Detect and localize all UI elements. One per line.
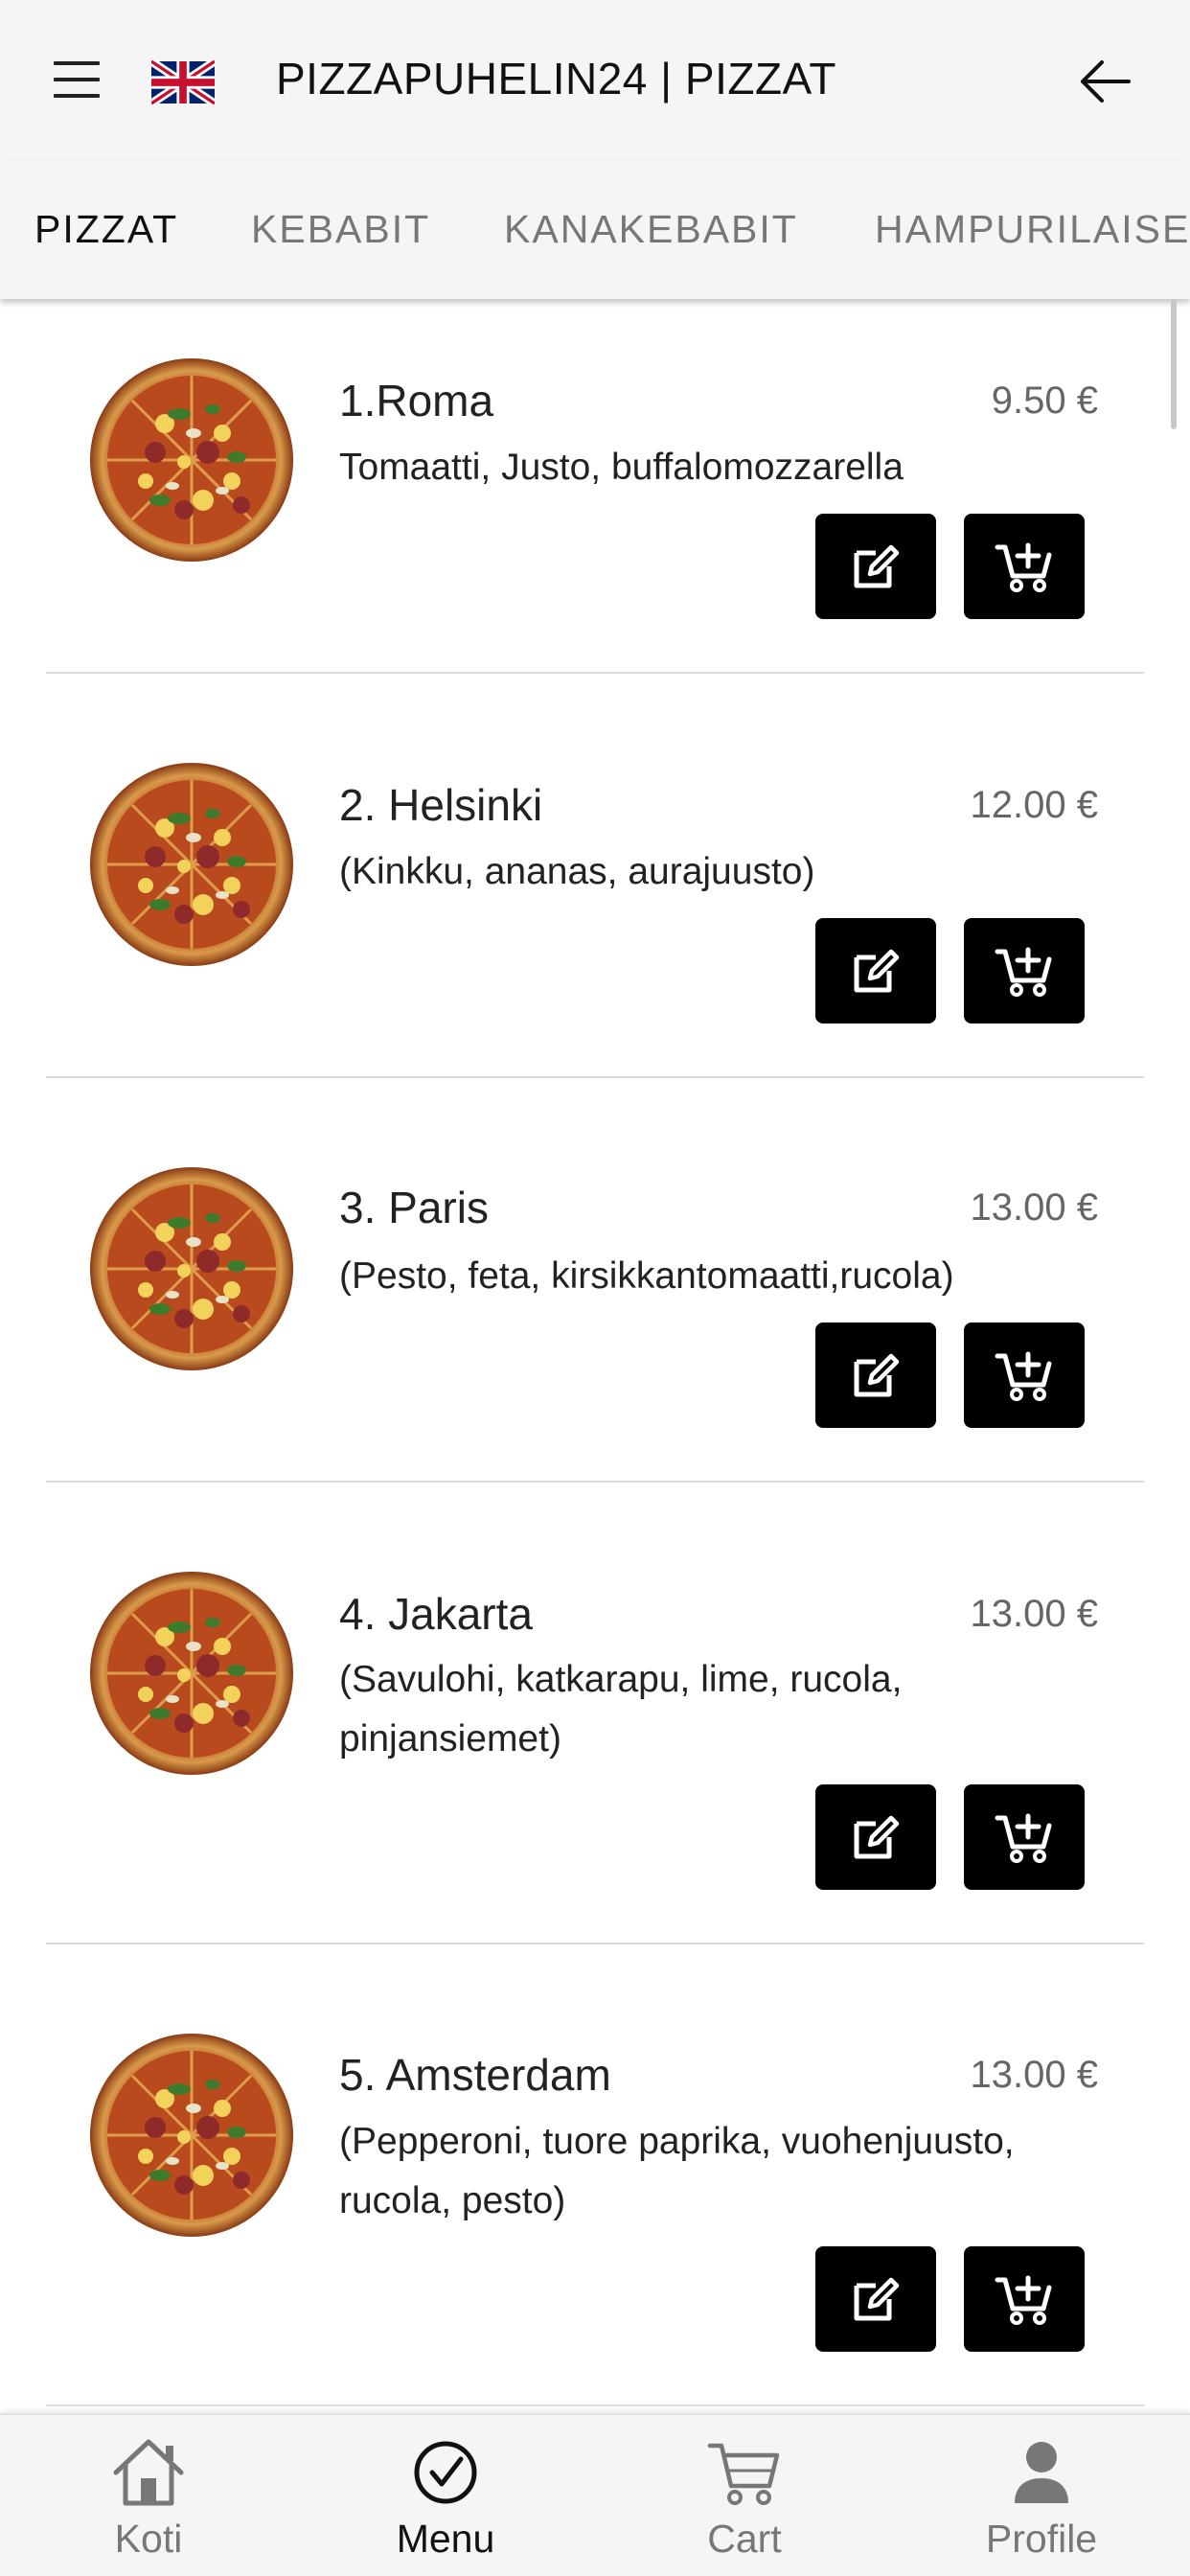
item-name: 1.Roma	[339, 376, 494, 426]
tab-hampurilaiset[interactable]: HAMPURILAISET	[875, 205, 1190, 253]
tab-kanakebabit[interactable]: KANAKEBABIT	[504, 205, 798, 253]
add-to-cart-button[interactable]	[964, 1784, 1085, 1890]
pizza-image	[88, 761, 295, 968]
divider	[46, 672, 1144, 674]
nav-koti[interactable]: Koti	[0, 2415, 297, 2576]
edit-button[interactable]	[815, 918, 936, 1024]
edit-icon	[847, 2270, 904, 2328]
add-to-cart-button[interactable]	[964, 2246, 1085, 2352]
nav-label: Koti	[114, 2517, 183, 2561]
pizza-image	[88, 356, 295, 564]
nav-label: Cart	[707, 2517, 782, 2561]
item-name: 2. Helsinki	[339, 780, 543, 830]
edit-button[interactable]	[815, 1784, 936, 1890]
pizza-image	[88, 1165, 295, 1372]
person-icon	[1015, 2442, 1068, 2503]
arrow-left-icon[interactable]	[1079, 59, 1131, 104]
tab-pizzat[interactable]: PIZZAT	[34, 205, 178, 253]
edit-icon	[847, 1346, 904, 1404]
item-description: (Pepperoni, tuore paprika, vuohenjuusto,…	[339, 2121, 1015, 2221]
pizza-image	[88, 2032, 295, 2239]
hamburger-menu-icon[interactable]	[54, 61, 100, 100]
nav-menu[interactable]: Menu	[297, 2415, 594, 2576]
item-name: 3. Paris	[339, 1183, 489, 1232]
divider	[46, 1943, 1144, 1944]
item-name: 4. Jakarta	[339, 1589, 533, 1639]
item-description: (Pesto, feta, kirsikkantomaatti,rucola)	[339, 1255, 954, 1297]
divider	[46, 1076, 1144, 1078]
pizza-image	[88, 1570, 295, 1777]
item-price: 12.00 €	[970, 784, 1098, 826]
uk-flag-icon[interactable]	[151, 59, 215, 105]
menu-list: 1.Roma 9.50 € Tomaatti, Justo, buffalomo…	[0, 299, 1190, 2413]
app-header: PIZZAPUHELIN24 | PIZZAT	[0, 0, 1190, 161]
add-to-cart-button[interactable]	[964, 1322, 1085, 1428]
page-title: PIZZAPUHELIN24 | PIZZAT	[276, 54, 836, 104]
cart-icon	[707, 2443, 780, 2505]
edit-icon	[847, 942, 904, 1000]
category-tabs: PIZZAT KEBABIT KANAKEBABIT HAMPURILAISET	[0, 161, 1190, 299]
item-price: 13.00 €	[970, 1593, 1098, 1635]
item-price: 9.50 €	[991, 380, 1098, 422]
item-price: 13.00 €	[970, 2054, 1098, 2096]
check-circle-icon	[414, 2441, 477, 2504]
item-name: 5. Amsterdam	[339, 2050, 611, 2100]
cart-plus-icon	[994, 942, 1055, 1000]
item-description: (Kinkku, ananas, aurajuusto)	[339, 851, 815, 892]
cart-plus-icon	[994, 538, 1055, 595]
divider	[46, 2404, 1144, 2406]
nav-label: Profile	[985, 2517, 1098, 2561]
edit-button[interactable]	[815, 2246, 936, 2352]
bottom-nav: Koti Menu Cart Profile	[0, 2413, 1190, 2576]
cart-plus-icon	[994, 2270, 1055, 2328]
scrollbar[interactable]	[1171, 299, 1177, 429]
add-to-cart-button[interactable]	[964, 918, 1085, 1024]
edit-button[interactable]	[815, 514, 936, 619]
cart-plus-icon	[994, 1346, 1055, 1404]
item-description: (Savulohi, katkarapu, lime, rucola, pinj…	[339, 1659, 903, 1760]
divider	[46, 1481, 1144, 1483]
edit-icon	[847, 1808, 904, 1866]
item-description: Tomaatti, Justo, buffalomozzarella	[339, 447, 904, 488]
tab-kebabit[interactable]: KEBABIT	[251, 205, 430, 253]
edit-button[interactable]	[815, 1322, 936, 1428]
nav-label: Menu	[396, 2517, 495, 2561]
nav-cart[interactable]: Cart	[596, 2415, 893, 2576]
item-price: 13.00 €	[970, 1186, 1098, 1229]
nav-profile[interactable]: Profile	[893, 2415, 1190, 2576]
home-icon	[113, 2439, 184, 2506]
cart-plus-icon	[994, 1808, 1055, 1866]
add-to-cart-button[interactable]	[964, 514, 1085, 619]
edit-icon	[847, 538, 904, 595]
